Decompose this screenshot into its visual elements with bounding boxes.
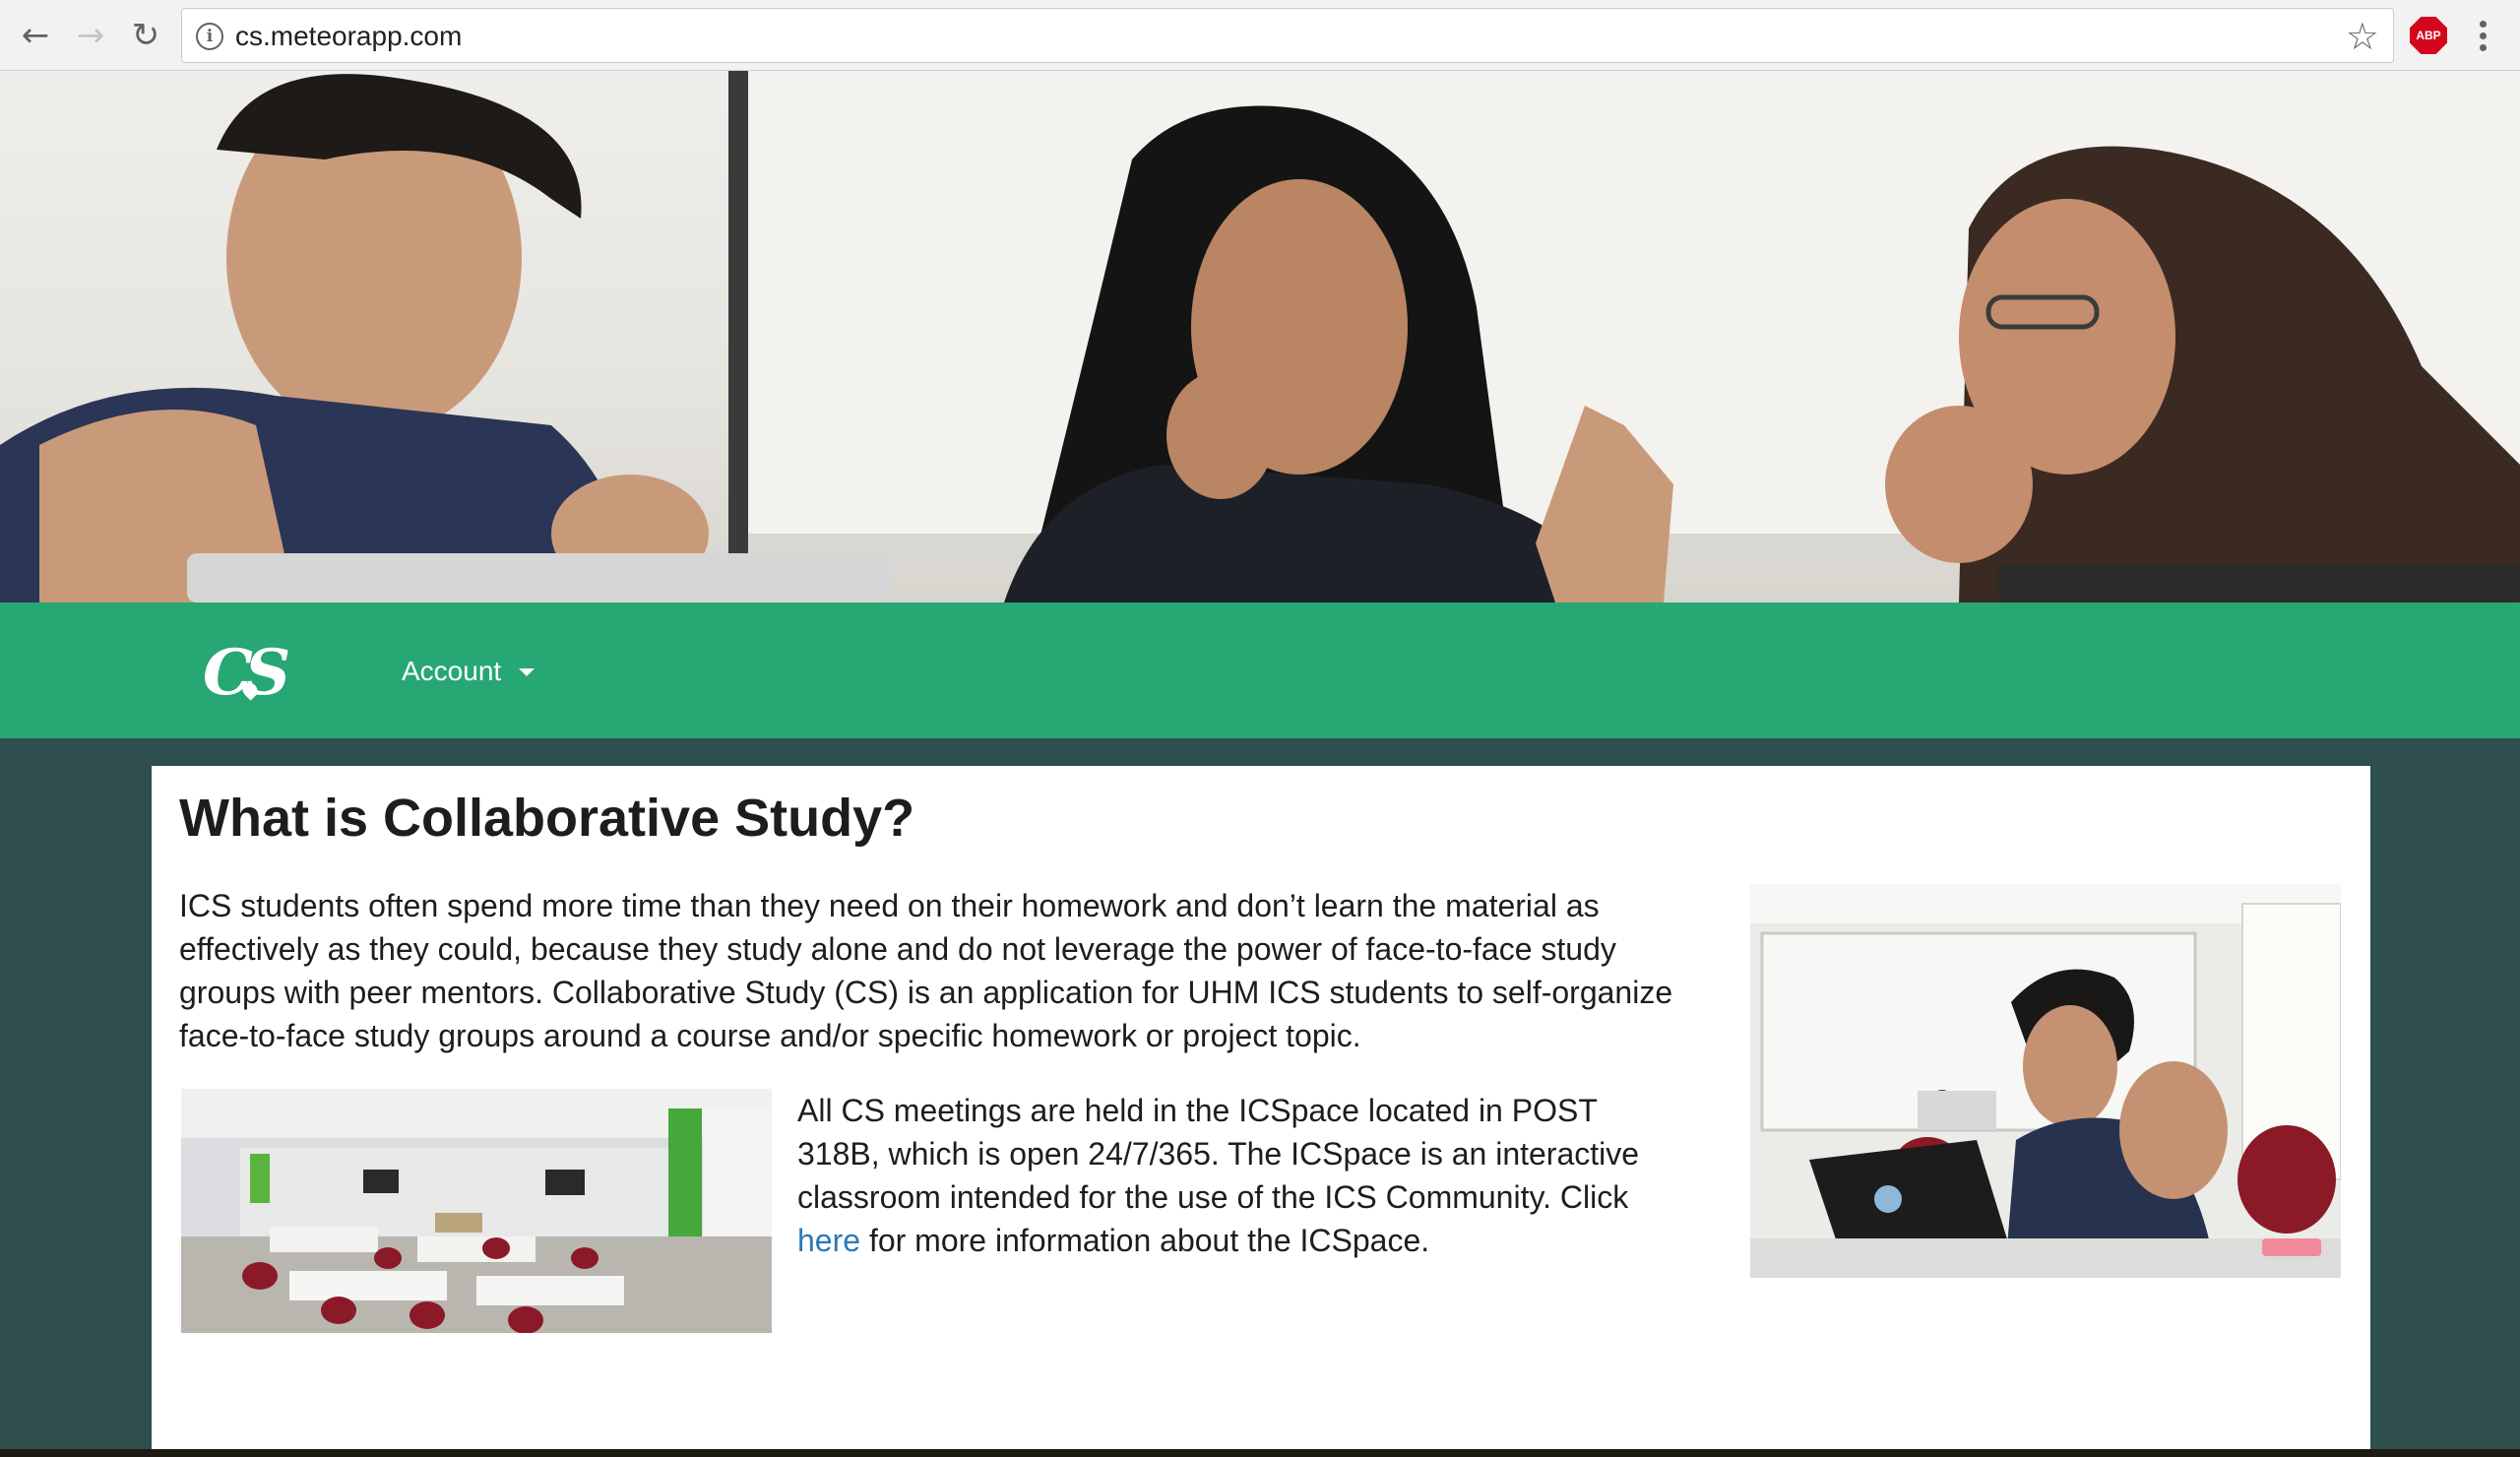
icspace-classroom-photo <box>181 1089 772 1333</box>
account-dropdown[interactable]: Account <box>402 650 536 693</box>
star-icon[interactable]: ☆ <box>2346 15 2379 58</box>
intro-paragraph: ICS students often spend more time than … <box>179 888 1673 1053</box>
account-label: Account <box>402 656 502 686</box>
page-bottom-edge <box>0 1449 2520 1457</box>
adblock-plus-icon[interactable]: ABP <box>2410 17 2447 54</box>
info-icon[interactable]: i <box>196 23 223 50</box>
hero-banner-photo <box>0 71 2520 602</box>
meeting-text-after: for more information about the ICSpace. <box>860 1223 1430 1258</box>
forward-arrow-icon[interactable]: → <box>69 14 112 57</box>
address-bar[interactable]: i cs.meteorapp.com ☆ <box>181 8 2394 63</box>
logo-text: CS <box>203 636 290 710</box>
hero-photo-illustration <box>0 71 2520 602</box>
meeting-paragraph: All CS meetings are held in the ICSpace … <box>797 1089 1683 1262</box>
url-text[interactable]: cs.meteorapp.com <box>235 21 462 52</box>
page-title: What is Collaborative Study? <box>179 789 915 848</box>
caret-down-icon <box>519 668 536 676</box>
icspace-info-link[interactable]: here <box>797 1223 860 1258</box>
back-arrow-icon[interactable]: ← <box>14 14 57 57</box>
classroom-photo-illustration <box>181 1089 772 1333</box>
meeting-text-before: All CS meetings are held in the ICSpace … <box>797 1093 1640 1215</box>
top-navbar: CS Account <box>0 602 2520 738</box>
browser-toolbar: ← → ↻ i cs.meteorapp.com ☆ ABP <box>0 0 2520 71</box>
reload-icon[interactable]: ↻ <box>124 14 167 57</box>
content-card: What is Collaborative Study? ICS student… <box>152 766 2370 1457</box>
cs-logo[interactable]: CS <box>203 632 297 715</box>
more-vert-icon[interactable] <box>2467 14 2498 57</box>
student-photo-illustration <box>1750 884 2341 1278</box>
student-studying-photo <box>1750 884 2341 1278</box>
